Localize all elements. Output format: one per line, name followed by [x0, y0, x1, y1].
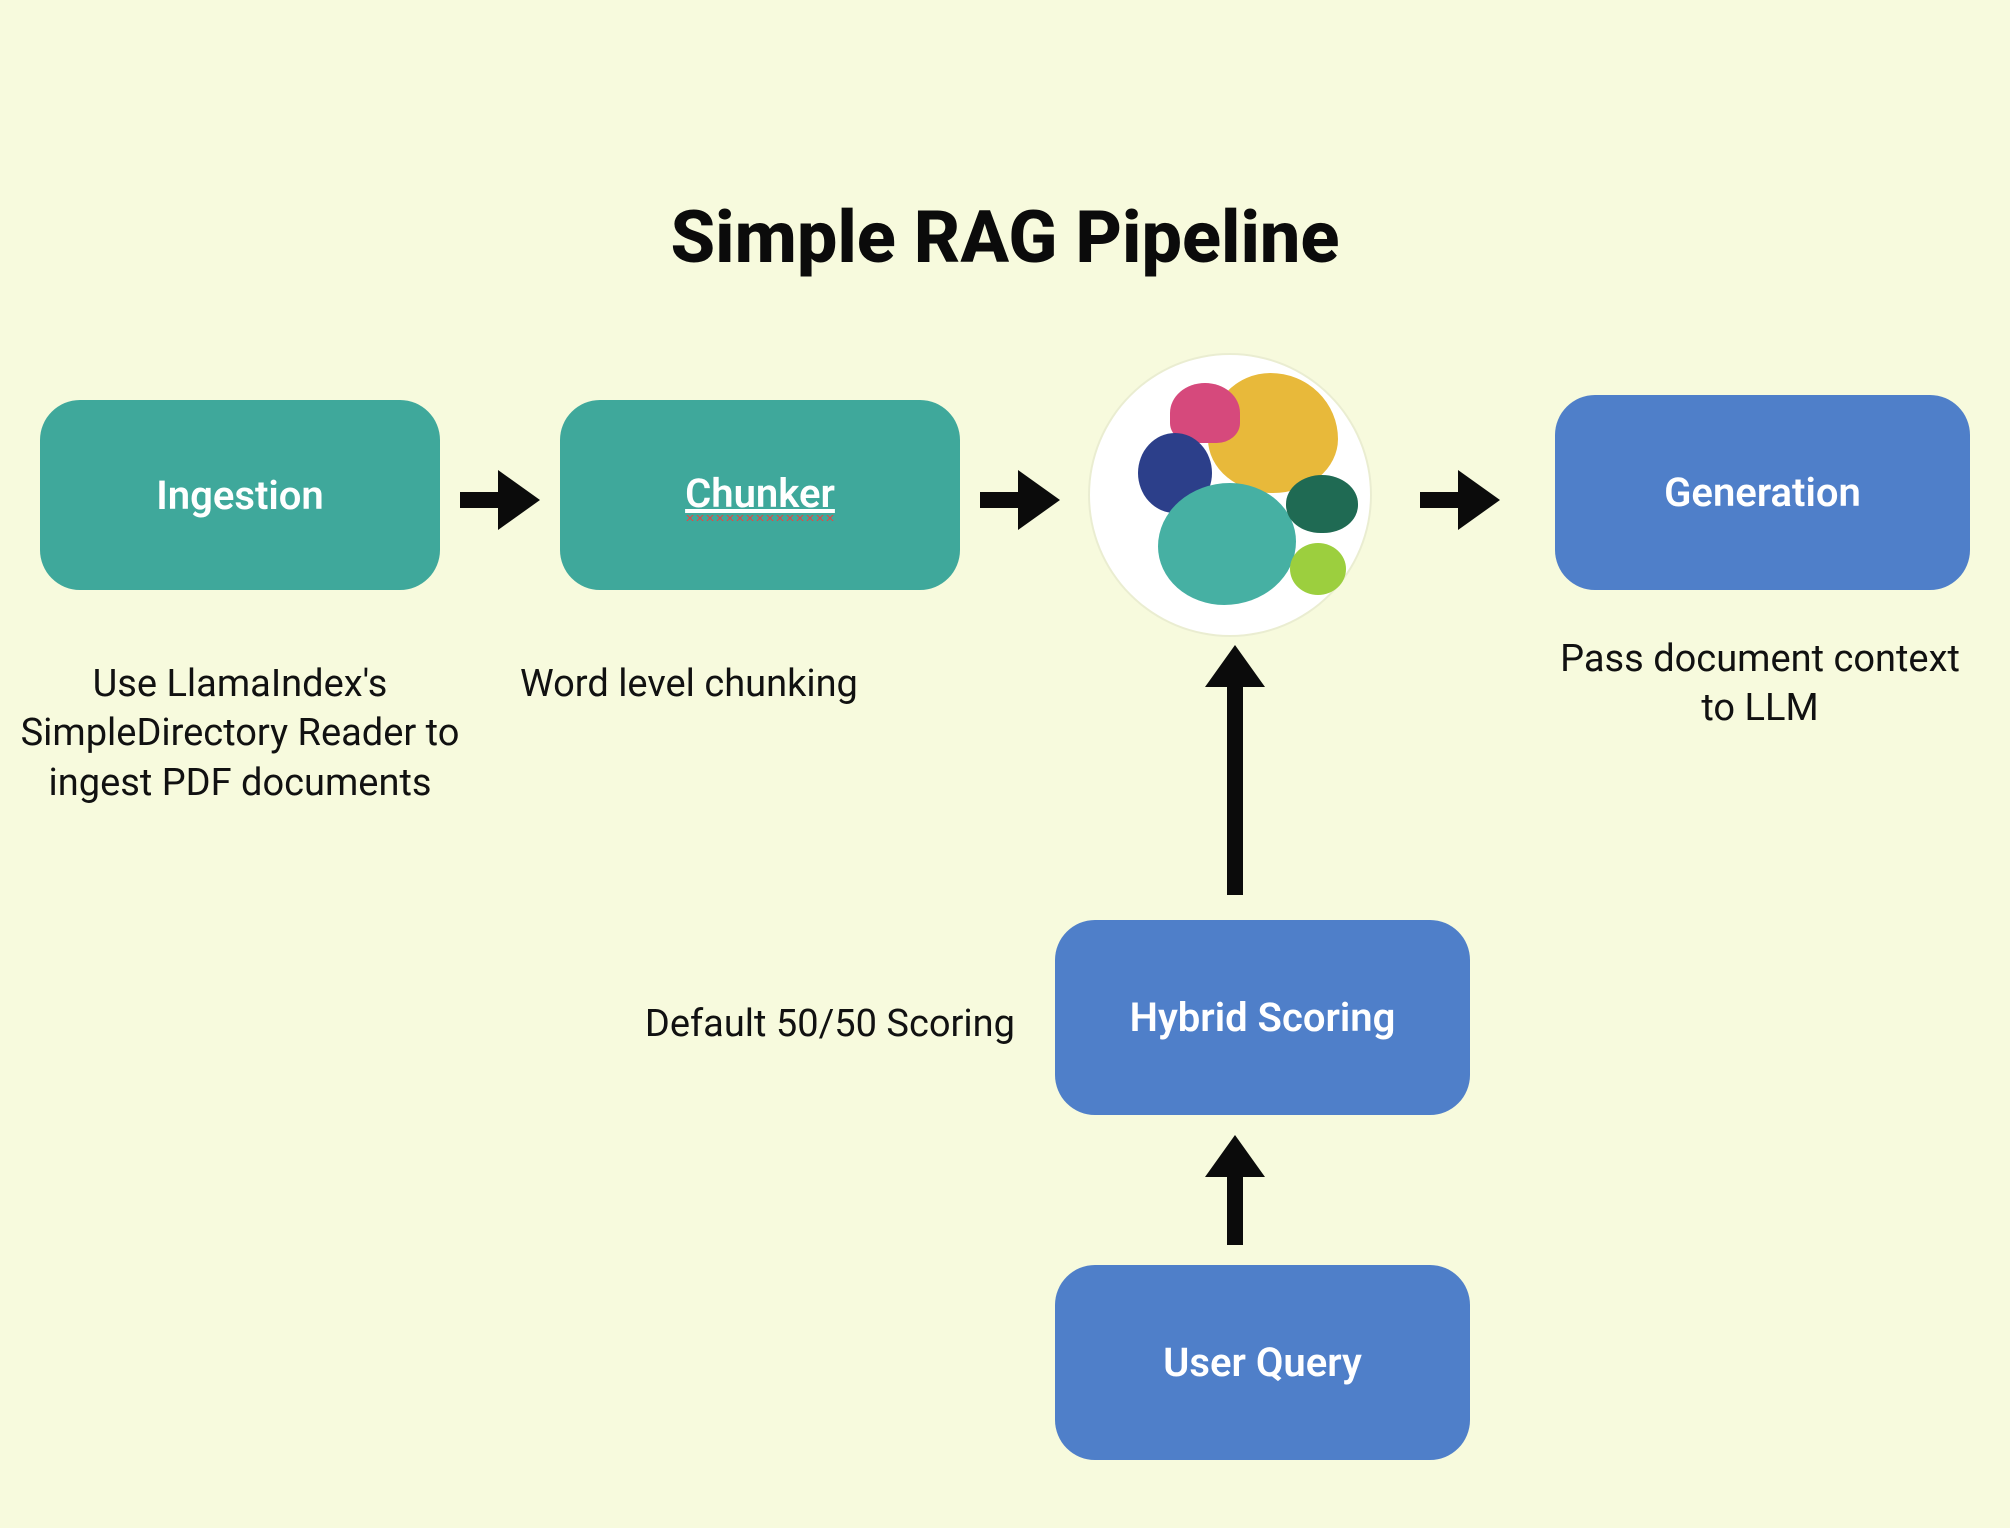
elastic-logo-icon: [1090, 355, 1370, 635]
generation-node: Generation: [1555, 395, 1970, 590]
ingestion-caption: Use LlamaIndex's SimpleDirectory Reader …: [20, 660, 460, 808]
arrow-up-icon: [1205, 1135, 1265, 1245]
ingestion-node: Ingestion: [40, 400, 440, 590]
chunker-label: Chunker: [685, 470, 835, 521]
user-query-node: User Query: [1055, 1265, 1470, 1460]
hybrid-scoring-node: Hybrid Scoring: [1055, 920, 1470, 1115]
generation-caption: Pass document context to LLM: [1560, 635, 1960, 734]
generation-label: Generation: [1664, 469, 1861, 516]
chunker-caption: Word level chunking: [500, 660, 960, 709]
diagram-canvas: Simple RAG Pipeline Ingestion Chunker Ge…: [0, 0, 2010, 1528]
ingestion-label: Ingestion: [156, 472, 324, 519]
diagram-title: Simple RAG Pipeline: [0, 195, 2010, 280]
arrow-right-icon: [460, 470, 540, 530]
chunker-node: Chunker: [560, 400, 960, 590]
hybrid-caption: Default 50/50 Scoring: [565, 1000, 1015, 1049]
arrow-right-icon: [1420, 470, 1500, 530]
arrow-up-icon: [1205, 645, 1265, 895]
hybrid-scoring-label: Hybrid Scoring: [1130, 994, 1396, 1041]
arrow-right-icon: [980, 470, 1060, 530]
user-query-label: User Query: [1163, 1339, 1362, 1386]
